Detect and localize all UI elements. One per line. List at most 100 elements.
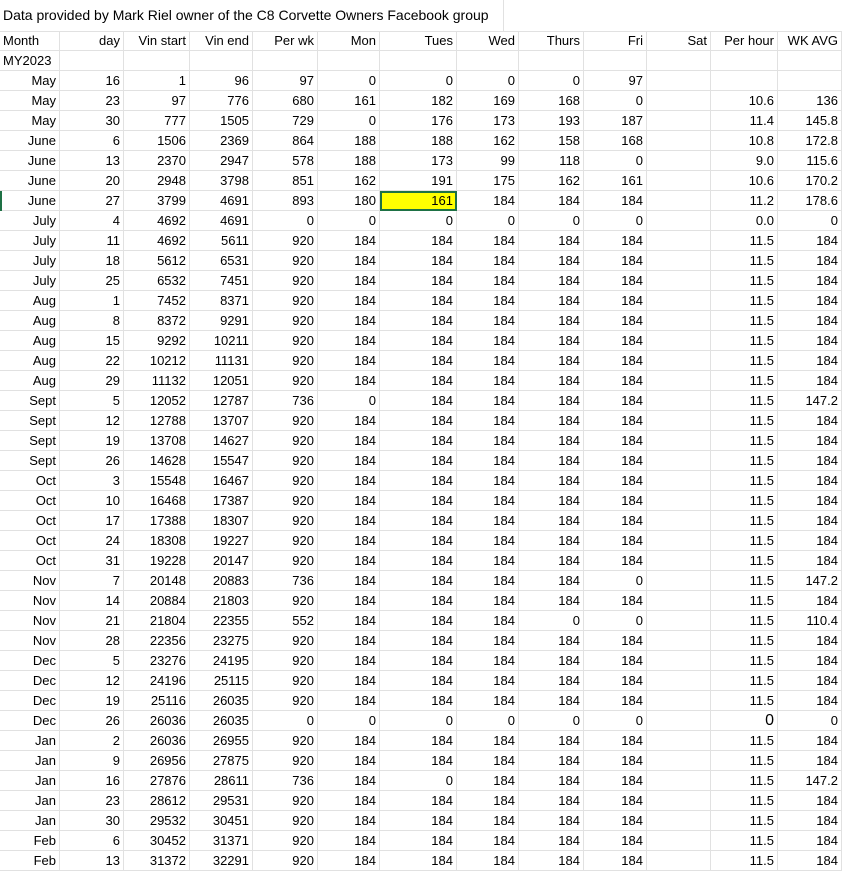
cell-sat[interactable]: [647, 191, 711, 211]
cell-sat[interactable]: [647, 851, 711, 871]
cell-per-hour[interactable]: 11.5: [711, 411, 778, 431]
cell-vin-end[interactable]: 26035: [190, 691, 253, 711]
cell-mon[interactable]: 184: [318, 431, 380, 451]
cell-month[interactable]: Oct: [0, 551, 60, 571]
cell-wed[interactable]: 184: [457, 191, 519, 211]
cell-mon[interactable]: 161: [318, 91, 380, 111]
cell-vin-end[interactable]: 31371: [190, 831, 253, 851]
cell-vin-end[interactable]: 11131: [190, 351, 253, 371]
cell-fri[interactable]: 187: [584, 111, 647, 131]
cell-mon[interactable]: 184: [318, 671, 380, 691]
cell-day[interactable]: 13: [60, 851, 124, 871]
sheet-title[interactable]: Data provided by Mark Riel owner of the …: [3, 0, 489, 30]
cell-fri[interactable]: 184: [584, 591, 647, 611]
cell-thurs[interactable]: 162: [519, 171, 584, 191]
cell-wk-avg[interactable]: 184: [778, 851, 842, 871]
cell-tues[interactable]: 184: [380, 491, 457, 511]
cell-month[interactable]: Nov: [0, 571, 60, 591]
cell-day[interactable]: 12: [60, 411, 124, 431]
cell-mon[interactable]: 184: [318, 271, 380, 291]
cell-per-wk[interactable]: 920: [253, 331, 318, 351]
cell-vin-end[interactable]: 20883: [190, 571, 253, 591]
cell-wed[interactable]: 184: [457, 351, 519, 371]
cell-day[interactable]: 28: [60, 631, 124, 651]
cell-wed[interactable]: 184: [457, 411, 519, 431]
cell-sat[interactable]: [647, 811, 711, 831]
cell-vin-end[interactable]: 26955: [190, 731, 253, 751]
cell-wed[interactable]: 184: [457, 771, 519, 791]
cell-mon[interactable]: 184: [318, 571, 380, 591]
cell-thurs[interactable]: 193: [519, 111, 584, 131]
cell-sat[interactable]: [647, 151, 711, 171]
cell-vin-end[interactable]: 16467: [190, 471, 253, 491]
cell-fri[interactable]: 168: [584, 131, 647, 151]
cell-per-wk[interactable]: 893: [253, 191, 318, 211]
cell-mon[interactable]: 188: [318, 151, 380, 171]
empty-cell[interactable]: [778, 51, 842, 71]
cell-vin-start[interactable]: 12052: [124, 391, 190, 411]
cell-thurs[interactable]: 184: [519, 291, 584, 311]
cell-vin-start[interactable]: 8372: [124, 311, 190, 331]
cell-month[interactable]: Jan: [0, 771, 60, 791]
cell-per-hour[interactable]: 11.5: [711, 471, 778, 491]
cell-day[interactable]: 31: [60, 551, 124, 571]
empty-cell[interactable]: [60, 51, 124, 71]
cell-vin-end[interactable]: 22355: [190, 611, 253, 631]
cell-vin-end[interactable]: 19227: [190, 531, 253, 551]
cell-per-hour[interactable]: 11.5: [711, 431, 778, 451]
cell-vin-start[interactable]: 21804: [124, 611, 190, 631]
cell-day[interactable]: 30: [60, 811, 124, 831]
cell-wk-avg[interactable]: 110.4: [778, 611, 842, 631]
cell-fri[interactable]: 184: [584, 431, 647, 451]
cell-wk-avg[interactable]: 184: [778, 471, 842, 491]
cell-per-wk[interactable]: 920: [253, 551, 318, 571]
cell-fri[interactable]: 184: [584, 851, 647, 871]
cell-vin-end[interactable]: 23275: [190, 631, 253, 651]
cell-vin-start[interactable]: 22356: [124, 631, 190, 651]
cell-wed[interactable]: 184: [457, 531, 519, 551]
cell-wed[interactable]: 0: [457, 211, 519, 231]
cell-day[interactable]: 17: [60, 511, 124, 531]
cell-vin-start[interactable]: 16468: [124, 491, 190, 511]
cell-vin-start[interactable]: 26036: [124, 711, 190, 731]
cell-vin-start[interactable]: 31372: [124, 851, 190, 871]
cell-wed[interactable]: 184: [457, 611, 519, 631]
header-mon[interactable]: Mon: [318, 31, 380, 51]
selected-cell[interactable]: 161: [380, 191, 457, 211]
cell-thurs[interactable]: 184: [519, 671, 584, 691]
cell-day[interactable]: 11: [60, 231, 124, 251]
cell-per-wk[interactable]: 920: [253, 651, 318, 671]
cell-per-hour[interactable]: 11.5: [711, 331, 778, 351]
cell-thurs[interactable]: 184: [519, 251, 584, 271]
cell-vin-end[interactable]: 5611: [190, 231, 253, 251]
cell-vin-end[interactable]: 20147: [190, 551, 253, 571]
cell-per-wk[interactable]: 920: [253, 451, 318, 471]
cell-sat[interactable]: [647, 611, 711, 631]
cell-month[interactable]: Nov: [0, 591, 60, 611]
cell-sat[interactable]: [647, 311, 711, 331]
cell-tues[interactable]: 184: [380, 371, 457, 391]
cell-wed[interactable]: 169: [457, 91, 519, 111]
cell-sat[interactable]: [647, 651, 711, 671]
cell-per-hour[interactable]: 10.8: [711, 131, 778, 151]
cell-tues[interactable]: 184: [380, 351, 457, 371]
cell-vin-end[interactable]: 3798: [190, 171, 253, 191]
cell-sat[interactable]: [647, 71, 711, 91]
cell-vin-start[interactable]: 6532: [124, 271, 190, 291]
cell-vin-start[interactable]: 23276: [124, 651, 190, 671]
cell-per-wk[interactable]: 920: [253, 291, 318, 311]
cell-fri[interactable]: 0: [584, 571, 647, 591]
cell-per-wk[interactable]: 920: [253, 311, 318, 331]
cell-month[interactable]: Nov: [0, 611, 60, 631]
cell-wed[interactable]: 184: [457, 371, 519, 391]
cell-mon[interactable]: 184: [318, 451, 380, 471]
cell-month[interactable]: Dec: [0, 691, 60, 711]
cell-mon[interactable]: 184: [318, 751, 380, 771]
header-day[interactable]: day: [60, 31, 124, 51]
cell-wed[interactable]: 184: [457, 651, 519, 671]
cell-month[interactable]: July: [0, 251, 60, 271]
cell-month[interactable]: Oct: [0, 471, 60, 491]
cell-month[interactable]: Oct: [0, 511, 60, 531]
cell-wed[interactable]: 184: [457, 551, 519, 571]
cell-wk-avg[interactable]: 184: [778, 651, 842, 671]
